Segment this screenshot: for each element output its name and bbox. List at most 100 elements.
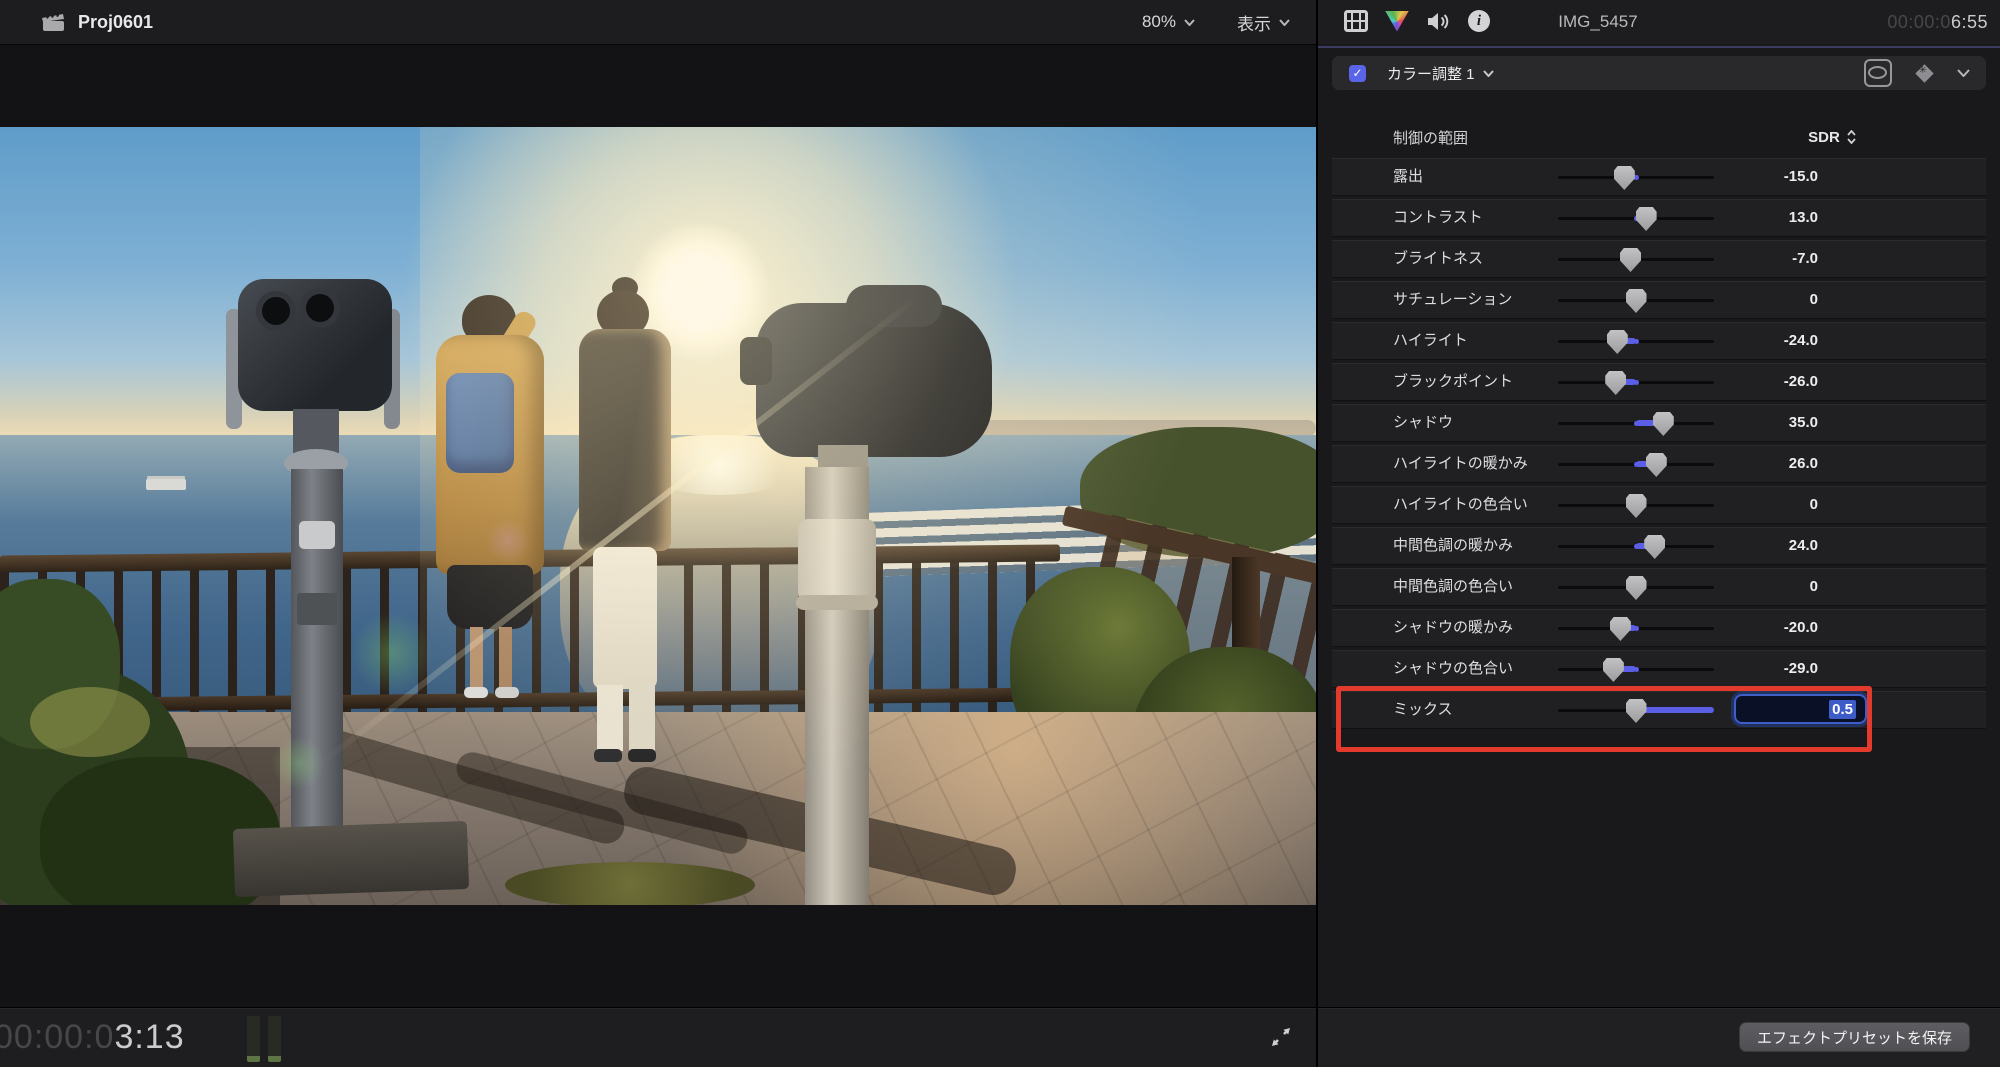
telescope-left-eye-1	[256, 291, 296, 331]
project-title: Proj0601	[78, 11, 154, 32]
viewer-pane: Proj0601 80% 表示 00:00:03:13	[0, 0, 1316, 1067]
info-icon[interactable]: i	[1468, 10, 1490, 32]
param-value[interactable]: 0	[1708, 568, 1818, 606]
param-row-contrast: コントラスト 13.0	[1332, 199, 1986, 237]
up-down-chevrons-icon	[1847, 130, 1856, 144]
slider-handle[interactable]	[1602, 658, 1624, 682]
telescope-left-base	[232, 820, 470, 898]
slider-default-dot	[1633, 544, 1639, 549]
clip-title: IMG_5457	[1558, 12, 1638, 31]
param-label: ハイライト	[1393, 332, 1468, 349]
slider-default-dot	[1633, 380, 1639, 385]
slider-default-dot	[1633, 462, 1639, 467]
chevron-down-icon[interactable]	[1957, 69, 1970, 77]
param-label: ブラックポイント	[1393, 373, 1514, 390]
param-row-shadow-warmth: シャドウの暖かみ -20.0	[1332, 609, 1986, 647]
param-label: コントラスト	[1393, 209, 1483, 226]
slider-handle[interactable]	[1635, 207, 1657, 231]
control-range-row: 制御の範囲 SDR	[1332, 120, 1986, 154]
grass-tuft-center	[505, 862, 755, 905]
telescope-left-sticker	[297, 593, 337, 625]
param-label: 中間色調の色合い	[1393, 578, 1514, 595]
param-value[interactable]: -24.0	[1708, 322, 1818, 360]
slider-handle[interactable]	[1605, 371, 1627, 395]
param-row-brightness: ブライトネス -7.0	[1332, 240, 1986, 278]
slider-handle[interactable]	[1652, 412, 1674, 436]
param-label: ハイライトの色合い	[1393, 496, 1528, 513]
mask-icon[interactable]	[1864, 59, 1892, 87]
final-cut-pro-window: Proj0601 80% 表示 00:00:03:13 i IMG_5457 0…	[0, 0, 2000, 1067]
expand-icon[interactable]	[1268, 1024, 1294, 1050]
save-effect-preset-button[interactable]: エフェクトプリセットを保存	[1738, 1022, 1970, 1052]
zoom-level-menu[interactable]: 80%	[1142, 12, 1195, 32]
param-label: 露出	[1393, 168, 1424, 185]
telescope-left-coin-slot	[299, 521, 335, 549]
playhead-timecode[interactable]: 00:00:03:13	[0, 1018, 185, 1057]
param-value[interactable]: 0	[1708, 281, 1818, 319]
panel-accent-line	[1318, 46, 2000, 48]
bush-left-sunlit	[30, 687, 150, 757]
param-row-saturation: サチュレーション 0	[1332, 281, 1986, 319]
param-value[interactable]: 35.0	[1708, 404, 1818, 442]
chevron-down-icon	[1184, 18, 1195, 26]
param-value[interactable]: 26.0	[1708, 445, 1818, 483]
param-row-highlight-warmth: ハイライトの暖かみ 26.0	[1332, 445, 1986, 483]
clip-timecode: 00:00:06:55	[1887, 12, 1988, 32]
keyframe-diamond-icon[interactable]: ✳	[1915, 63, 1934, 83]
chevron-down-icon[interactable]	[1482, 69, 1494, 77]
project-title-area: Proj0601	[40, 11, 153, 33]
slider-handle[interactable]	[1625, 699, 1647, 723]
param-value[interactable]: -20.0	[1708, 609, 1818, 647]
telescope-left-eye-2	[300, 288, 340, 328]
param-label: サチュレーション	[1393, 291, 1513, 308]
effect-header-color-adjustments[interactable]: ✓ カラー調整 1 ✳	[1332, 56, 1986, 90]
effect-name: カラー調整 1	[1387, 65, 1475, 83]
video-frame	[0, 127, 1316, 905]
slider-fill	[1636, 707, 1714, 713]
control-range-select[interactable]: SDR	[1762, 129, 1902, 146]
param-rows: 露出 -15.0 コントラスト 13.0 ブライトネス -7.0 サチュレーション 0 ハイライ…	[1332, 158, 1986, 732]
param-label: ブライトネス	[1393, 250, 1484, 267]
slider-handle[interactable]	[1645, 453, 1667, 477]
mix-value-field[interactable]: 0.5	[1734, 694, 1867, 724]
view-menu[interactable]: 表示	[1237, 10, 1290, 35]
inspector-pane: i IMG_5457 00:00:06:55 ✓ カラー調整 1 ✳ 制御の範囲…	[1318, 0, 2000, 1067]
param-value[interactable]: -29.0	[1708, 650, 1818, 688]
control-range-label: 制御の範囲	[1393, 129, 1469, 147]
slider-handle[interactable]	[1620, 248, 1642, 272]
audio-meters-icon[interactable]	[247, 1016, 281, 1062]
slider-handle[interactable]	[1625, 576, 1647, 600]
inspector-toolbar: i IMG_5457 00:00:06:55	[1318, 0, 2000, 44]
slider-handle[interactable]	[1625, 494, 1647, 518]
mix-value-selected-text: 0.5	[1829, 699, 1856, 719]
effect-enabled-checkbox[interactable]: ✓	[1349, 64, 1366, 82]
lens-flare-green-2	[272, 737, 324, 789]
sun-wash-overlay	[420, 127, 1316, 827]
speaker-icon[interactable]	[1426, 11, 1451, 32]
param-label: ミックス	[1393, 701, 1453, 718]
clapperboard-icon	[42, 12, 64, 31]
param-value[interactable]: -15.0	[1708, 158, 1818, 196]
param-value[interactable]: -26.0	[1708, 363, 1818, 401]
slider-handle[interactable]	[1613, 166, 1635, 190]
ship	[146, 479, 186, 490]
slider-handle[interactable]	[1606, 330, 1628, 354]
slider-handle[interactable]	[1609, 617, 1631, 641]
slider-handle[interactable]	[1625, 289, 1647, 313]
filmstrip-icon[interactable]	[1344, 10, 1368, 32]
param-label: 中間色調の暖かみ	[1393, 537, 1514, 554]
chevron-down-icon	[1279, 18, 1290, 26]
param-row-black-point: ブラックポイント -26.0	[1332, 363, 1986, 401]
param-value[interactable]: 13.0	[1708, 199, 1818, 237]
color-triangle-icon[interactable]	[1385, 10, 1409, 32]
param-row-midtone-warmth: 中間色調の暖かみ 24.0	[1332, 527, 1986, 565]
param-value[interactable]: 24.0	[1708, 527, 1818, 565]
param-value[interactable]: 0	[1708, 486, 1818, 524]
param-row-mix: ミックス 0.5	[1332, 691, 1986, 729]
slider-handle[interactable]	[1644, 535, 1666, 559]
param-row-exposure: 露出 -15.0	[1332, 158, 1986, 196]
param-label: シャドウの暖かみ	[1393, 619, 1514, 636]
param-label: シャドウの色合い	[1393, 660, 1514, 677]
param-value[interactable]: -7.0	[1708, 240, 1818, 278]
param-row-midtone-tint: 中間色調の色合い 0	[1332, 568, 1986, 606]
